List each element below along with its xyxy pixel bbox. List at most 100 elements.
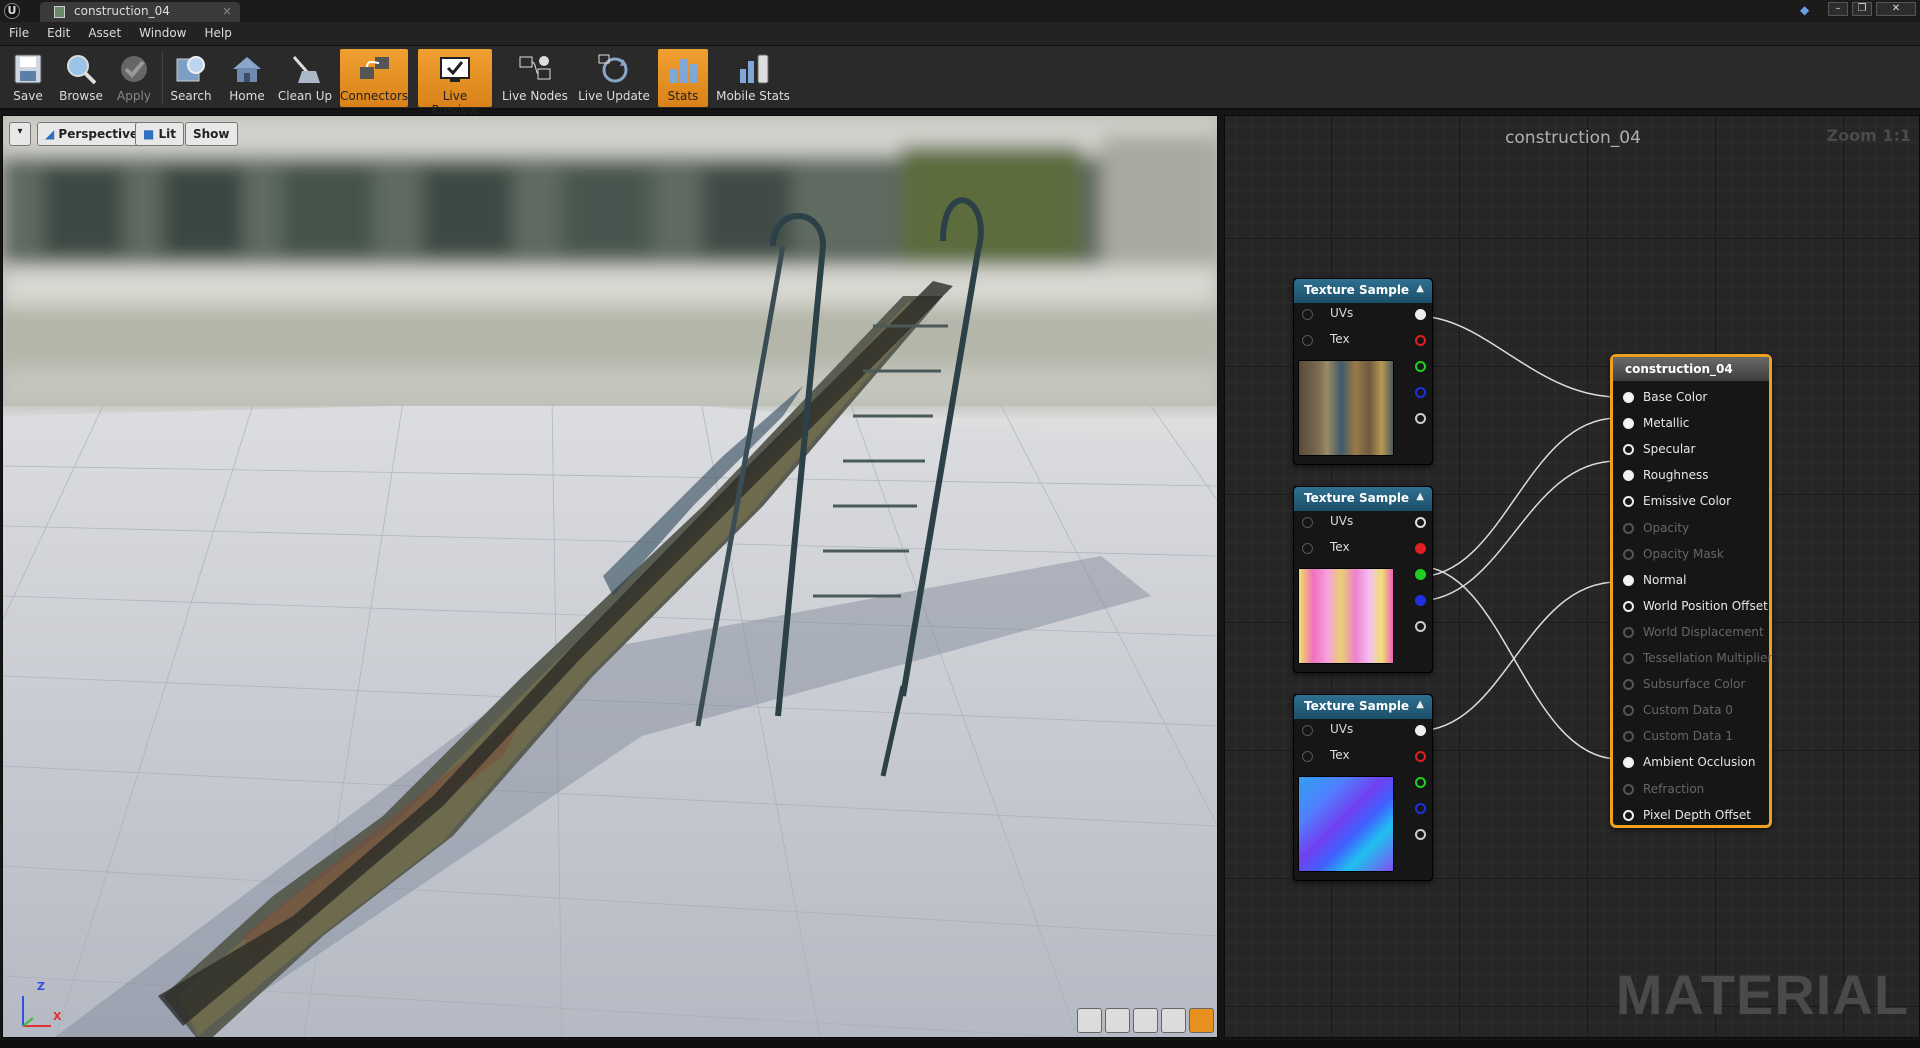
- output-pin-rgb[interactable]: [1415, 725, 1426, 736]
- input-pin[interactable]: [1623, 548, 1634, 560]
- preview-mesh-button[interactable]: [1189, 1008, 1214, 1033]
- apply-button[interactable]: Apply: [112, 49, 156, 107]
- input-pin-uvs[interactable]: [1302, 309, 1313, 320]
- maximize-window-button[interactable]: ❐: [1852, 2, 1872, 16]
- close-window-button[interactable]: ✕: [1876, 2, 1916, 16]
- output-pin-r[interactable]: [1415, 751, 1426, 762]
- input-pin[interactable]: [1623, 600, 1634, 612]
- menu-help[interactable]: Help: [195, 22, 240, 46]
- output-pin-a[interactable]: [1415, 829, 1426, 840]
- input-pin[interactable]: [1623, 757, 1634, 769]
- input-pin-tex[interactable]: [1302, 335, 1313, 346]
- menu-window[interactable]: Window: [130, 22, 195, 46]
- input-pin-tex[interactable]: [1302, 543, 1313, 554]
- output-pin-b[interactable]: [1415, 595, 1426, 606]
- show-button[interactable]: Show: [185, 122, 238, 146]
- material-pin-world-displacement[interactable]: World Displacement: [1613, 623, 1769, 643]
- material-pin-subsurface-color[interactable]: Subsurface Color: [1613, 675, 1769, 695]
- input-pin[interactable]: [1623, 522, 1634, 534]
- clean-up-button[interactable]: Clean Up: [276, 49, 334, 107]
- connectors-button[interactable]: Connectors: [340, 49, 408, 107]
- material-pin-emissive-color[interactable]: Emissive Color: [1613, 492, 1769, 512]
- save-button[interactable]: Save: [6, 49, 50, 107]
- output-pin-g[interactable]: [1415, 361, 1426, 372]
- material-pin-tessellation-multiplier[interactable]: Tessellation Multiplier: [1613, 649, 1772, 669]
- home-button[interactable]: Home: [224, 49, 270, 107]
- preview-plane-button[interactable]: [1133, 1008, 1158, 1033]
- source-control-icon[interactable]: ◆: [1800, 3, 1816, 17]
- input-pin[interactable]: [1623, 731, 1634, 743]
- output-pin-r[interactable]: [1415, 543, 1426, 554]
- material-result-node[interactable]: construction_04 Base Color Metallic Specul…: [1610, 354, 1772, 828]
- material-graph-panel[interactable]: construction_04 Zoom 1:1 Texture Sample ▲…: [1224, 115, 1920, 1038]
- menu-edit[interactable]: Edit: [38, 22, 79, 46]
- pin-label: Subsurface Color: [1643, 677, 1746, 692]
- material-pin-roughness[interactable]: Roughness: [1613, 466, 1769, 486]
- material-pin-ambient-occlusion[interactable]: Ambient Occlusion: [1613, 753, 1769, 773]
- texture-sample-node-1[interactable]: Texture Sample ▲ UVs Tex: [1293, 278, 1433, 465]
- output-pin-b[interactable]: [1415, 803, 1426, 814]
- lit-button[interactable]: ■ Lit: [135, 122, 185, 146]
- input-pin[interactable]: [1623, 783, 1634, 795]
- browse-button[interactable]: Browse: [56, 49, 106, 107]
- preview-cube-button[interactable]: [1161, 1008, 1186, 1033]
- live-preview-button[interactable]: Live Preview: [418, 49, 492, 117]
- node-header[interactable]: Texture Sample ▲: [1294, 279, 1432, 303]
- menu-asset[interactable]: Asset: [79, 22, 130, 46]
- material-pin-refraction[interactable]: Refraction: [1613, 780, 1769, 800]
- mobile-stats-button[interactable]: Mobile Stats: [714, 49, 792, 107]
- close-tab-icon[interactable]: ×: [222, 4, 232, 18]
- viewport-options-dropdown[interactable]: ▾: [9, 122, 31, 146]
- input-pin[interactable]: [1623, 470, 1634, 482]
- input-pin[interactable]: [1623, 418, 1634, 430]
- input-pin[interactable]: [1623, 679, 1634, 691]
- material-pin-opacity[interactable]: Opacity: [1613, 519, 1769, 539]
- material-pin-metallic[interactable]: Metallic: [1613, 414, 1769, 434]
- minimize-window-button[interactable]: –: [1828, 2, 1848, 16]
- output-pin-a[interactable]: [1415, 413, 1426, 424]
- texture-sample-node-2[interactable]: Texture Sample ▲ UVs Tex: [1293, 486, 1433, 673]
- input-pin[interactable]: [1623, 392, 1634, 403]
- stats-button[interactable]: Stats: [658, 49, 708, 107]
- input-pin[interactable]: [1623, 574, 1634, 586]
- texture-sample-node-3[interactable]: Texture Sample ▲ UVs Tex: [1293, 694, 1433, 881]
- output-pin-b[interactable]: [1415, 387, 1426, 398]
- material-pin-opacity-mask[interactable]: Opacity Mask: [1613, 545, 1769, 565]
- search-button[interactable]: Search: [166, 49, 216, 107]
- input-pin[interactable]: [1623, 809, 1634, 821]
- output-pin-r[interactable]: [1415, 335, 1426, 346]
- material-pin-specular[interactable]: Specular: [1613, 440, 1769, 460]
- input-pin-tex[interactable]: [1302, 751, 1313, 762]
- input-pin[interactable]: [1623, 444, 1634, 456]
- material-pin-base-color[interactable]: Base Color: [1613, 388, 1769, 408]
- perspective-button[interactable]: ◢ Perspective: [37, 122, 147, 146]
- input-pin[interactable]: [1623, 626, 1634, 638]
- input-pin[interactable]: [1623, 705, 1634, 717]
- input-pin[interactable]: [1623, 653, 1634, 664]
- material-pin-custom-data-0[interactable]: Custom Data 0: [1613, 701, 1769, 721]
- preview-sphere-button[interactable]: [1105, 1008, 1130, 1033]
- menu-file[interactable]: File: [0, 22, 38, 46]
- output-pin-g[interactable]: [1415, 569, 1426, 580]
- collapse-arrow-icon[interactable]: ▲: [1416, 491, 1424, 502]
- node-header[interactable]: Texture Sample ▲: [1294, 695, 1432, 719]
- output-pin-g[interactable]: [1415, 777, 1426, 788]
- material-pin-normal[interactable]: Normal: [1613, 571, 1769, 591]
- asset-tab[interactable]: construction_04 ×: [40, 2, 240, 22]
- collapse-arrow-icon[interactable]: ▲: [1416, 283, 1424, 294]
- input-pin-uvs[interactable]: [1302, 517, 1313, 528]
- output-pin-rgb[interactable]: [1415, 517, 1426, 528]
- output-pin-rgb[interactable]: [1415, 309, 1426, 320]
- material-pin-custom-data-1[interactable]: Custom Data 1: [1613, 727, 1769, 747]
- live-update-button[interactable]: Live Update: [576, 49, 652, 107]
- node-header[interactable]: Texture Sample ▲: [1294, 487, 1432, 511]
- input-pin[interactable]: [1623, 496, 1634, 508]
- live-nodes-button[interactable]: Live Nodes: [500, 49, 570, 107]
- preview-viewport[interactable]: ▾ ◢ Perspective ■ Lit Show Z X: [2, 115, 1218, 1038]
- input-pin-uvs[interactable]: [1302, 725, 1313, 736]
- material-pin-world-position-offset[interactable]: World Position Offset: [1613, 597, 1769, 617]
- output-pin-a[interactable]: [1415, 621, 1426, 632]
- material-pin-pixel-depth-offset[interactable]: Pixel Depth Offset: [1613, 806, 1769, 826]
- preview-cylinder-button[interactable]: [1077, 1008, 1102, 1033]
- collapse-arrow-icon[interactable]: ▲: [1416, 699, 1424, 710]
